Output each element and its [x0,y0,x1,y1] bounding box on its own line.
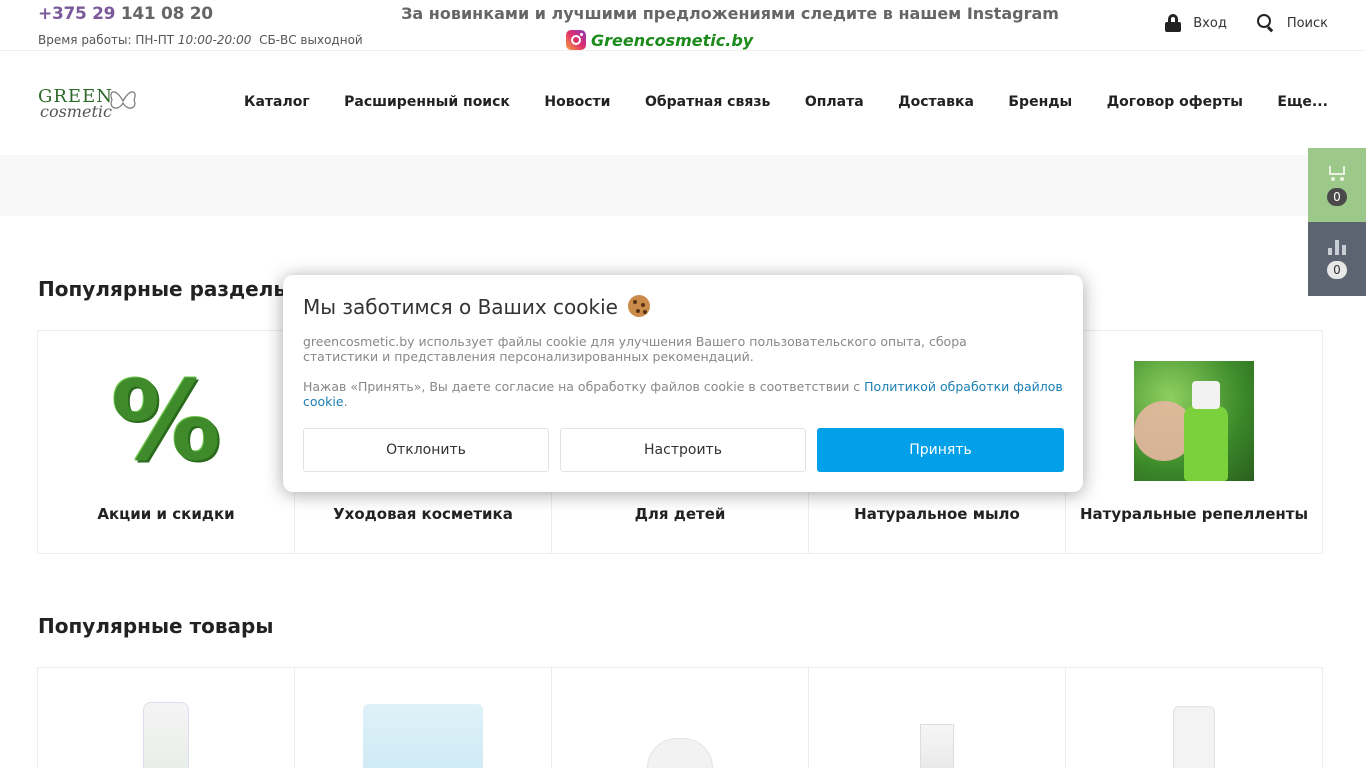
search-label: Поиск [1286,15,1328,31]
cart-count-badge: 0 [1327,188,1347,206]
nav-delivery[interactable]: Доставка [898,94,974,110]
product-card[interactable] [295,668,552,768]
nav-payment[interactable]: Оплата [805,94,864,110]
percent-image: % [110,357,222,485]
hours-weekend: СБ-ВС выходной [259,33,363,47]
nav-offer[interactable]: Договор оферты [1107,94,1243,110]
cookie-title-text: Мы заботимся о Ваших cookie [303,295,618,319]
product-image [143,702,189,768]
logo-text-bottom: cosmetic [40,102,112,121]
cart-widget[interactable]: 0 [1308,148,1366,222]
compare-widget[interactable]: 0 [1308,222,1366,296]
main-header: GREEN cosmetic Каталог Расширенный поиск… [0,51,1366,155]
hours-label: Время работы: ПН-ПТ [38,33,175,47]
section-card-title: Натуральное мыло [854,505,1020,523]
cookie-icon [628,295,651,317]
site-logo[interactable]: GREEN cosmetic [38,82,138,124]
cart-icon [1326,164,1348,182]
phone-number[interactable]: +375 29 141 08 20 [38,4,213,24]
instagram-promo-text: За новинками и лучшими предложениями сле… [401,4,1059,23]
compare-count-badge: 0 [1327,261,1347,279]
section-card[interactable]: % Акции и скидки [38,331,295,553]
search-button[interactable]: Поиск [1256,14,1328,32]
product-image [920,724,954,768]
breadcrumb-band [0,155,1366,216]
login-button[interactable]: Вход [1165,14,1227,32]
cookie-consent-text: Нажав «Принять», Вы даете согласие на об… [303,379,1063,409]
cookie-title: Мы заботимся о Ваших cookie [303,295,651,319]
main-nav: Каталог Расширенный поиск Новости Обратн… [244,94,1328,110]
nav-news[interactable]: Новости [544,94,610,110]
accept-button[interactable]: Принять [817,428,1064,472]
product-card[interactable] [38,668,295,768]
nav-catalog[interactable]: Каталог [244,94,310,110]
section-card-title: Уходовая косметика [333,505,513,523]
user-actions: Вход Поиск [1165,14,1328,32]
decline-button[interactable]: Отклонить [303,428,549,472]
cookie-consent-sentence: Нажав «Принять», Вы даете согласие на об… [303,379,861,394]
working-hours: Время работы: ПН-ПТ 10:00-20:00 СБ-ВС вы… [38,33,363,47]
cookie-description: greencosmetic.by использует файлы cookie… [303,334,967,364]
lock-icon [1165,14,1182,32]
popular-sections-title: Популярные разделы [38,277,292,301]
product-card[interactable] [552,668,809,768]
phone-digits: 141 08 20 [120,4,213,24]
product-card[interactable] [1066,668,1322,768]
nav-feedback[interactable]: Обратная связь [645,94,770,110]
phone-code: +375 29 [38,4,116,24]
product-image [647,738,713,768]
butterfly-icon [110,91,136,109]
section-card-title: Для детей [634,505,726,523]
instagram-link[interactable]: Greencosmetic.by [566,30,753,50]
popular-products-title: Популярные товары [38,614,274,638]
product-image [363,704,483,768]
cookie-buttons: Отклонить Настроить Принять [303,428,1064,472]
instagram-icon [566,30,586,50]
compare-bars-icon [1328,239,1346,255]
section-card[interactable]: Натуральные репелленты [1066,331,1322,553]
nav-advanced-search[interactable]: Расширенный поиск [344,94,510,110]
cookie-consent-dialog: Мы заботимся о Ваших cookie greencosmeti… [283,275,1083,492]
product-card[interactable] [809,668,1066,768]
section-card-title: Акции и скидки [97,505,235,523]
popular-products-grid [37,667,1323,768]
configure-button[interactable]: Настроить [560,428,806,472]
nav-more[interactable]: Еще... [1277,94,1328,110]
search-icon [1256,14,1275,32]
instagram-link-label: Greencosmetic.by [591,30,754,50]
nav-brands[interactable]: Бренды [1008,94,1072,110]
top-bar: +375 29 141 08 20 Время работы: ПН-ПТ 10… [0,0,1366,51]
login-label: Вход [1193,15,1227,31]
hours-weekday: 10:00-20:00 [177,33,252,47]
product-image [1173,706,1215,768]
section-card-title: Натуральные репелленты [1079,505,1309,523]
repellent-spray-image [1134,361,1254,481]
